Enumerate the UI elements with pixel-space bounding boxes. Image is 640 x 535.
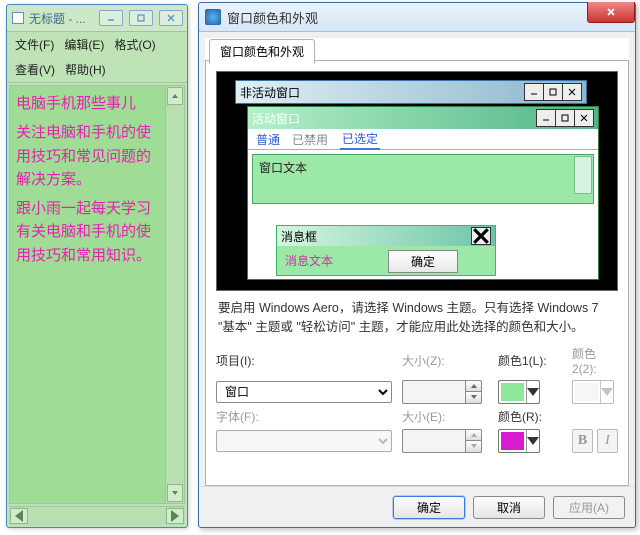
scroll-right-icon[interactable] xyxy=(166,508,184,524)
label-font: 字体(F): xyxy=(216,408,392,425)
menu-view[interactable]: 查看(V) xyxy=(15,61,55,78)
text-line: 电脑手机那些事儿 xyxy=(16,92,159,115)
maximize-icon xyxy=(555,109,575,127)
label-item: 项目(I): xyxy=(216,352,392,369)
chevron-down-icon xyxy=(526,430,539,452)
tab-strip: 窗口颜色和外观 xyxy=(205,38,629,60)
notepad-menubar: 文件(F) 编辑(E) 格式(O) 查看(V) 帮助(H) xyxy=(7,32,187,83)
close-icon xyxy=(471,227,491,245)
preview-inactive-title: 非活动窗口 xyxy=(240,84,300,101)
notepad-window: 无标题 - ... 文件(F) 编辑(E) 格式(O) 查看(V) 帮助(H) … xyxy=(6,4,188,528)
label-colorR: 颜色(R): xyxy=(498,408,562,425)
color1-button[interactable] xyxy=(498,380,540,404)
maximize-button[interactable] xyxy=(129,10,153,26)
preview-window-text: 窗口文本 xyxy=(252,154,594,204)
scroll-down-icon[interactable] xyxy=(167,484,183,502)
label-color2: 颜色2(2): xyxy=(572,345,618,376)
appearance-dialog: 窗口颜色和外观 窗口颜色和外观 非活动窗口 xyxy=(198,2,636,528)
bold-button: B xyxy=(572,429,593,453)
preview-menu: 普通 已禁用 已选定 xyxy=(248,129,598,150)
aero-note: 要启用 Windows Aero，请选择 Windows 主题。只有选择 Win… xyxy=(216,299,618,337)
vertical-scrollbar[interactable] xyxy=(165,86,184,503)
notepad-textarea[interactable]: 电脑手机那些事儿 关注电脑和手机的使用技巧和常见问题的解决方案。 跟小雨一起每天… xyxy=(10,86,165,503)
text-line: 关注电脑和手机的使用技巧和常见问题的解决方案。 xyxy=(16,121,159,191)
preview-menu-normal: 普通 xyxy=(256,131,280,148)
chevron-down-icon xyxy=(600,381,613,403)
menu-edit[interactable]: 编辑(E) xyxy=(64,36,104,53)
size2-spinner xyxy=(402,429,488,453)
preview-active-window: 活动窗口 普通 已禁用 已选定 窗口文本 xyxy=(247,106,599,280)
close-icon xyxy=(574,109,594,127)
chevron-down-icon xyxy=(526,381,539,403)
horizontal-scrollbar[interactable] xyxy=(9,506,185,525)
preview-scrollbar xyxy=(574,156,592,194)
font-style-buttons: B I xyxy=(572,429,618,453)
spin-up-icon[interactable] xyxy=(466,380,482,392)
scroll-up-icon[interactable] xyxy=(167,87,183,105)
label-size2: 大小(E): xyxy=(402,408,488,425)
preview-msgbox-title: 消息框 xyxy=(281,228,317,245)
menu-file[interactable]: 文件(F) xyxy=(15,36,54,53)
text-line: 跟小雨一起每天学习有关电脑和手机的使用技巧和常用知识。 xyxy=(16,197,159,267)
dialog-icon xyxy=(205,9,221,25)
tab-appearance[interactable]: 窗口颜色和外观 xyxy=(209,39,315,64)
size2-input xyxy=(402,429,466,453)
colorR-swatch xyxy=(501,432,524,450)
notepad-title: 无标题 - ... xyxy=(29,10,86,27)
color1-swatch xyxy=(501,383,524,401)
preview-pane: 非活动窗口 活动窗口 xyxy=(216,71,618,291)
close-icon xyxy=(562,83,582,101)
menu-help[interactable]: 帮助(H) xyxy=(65,61,106,78)
font-select xyxy=(216,430,392,452)
preview-inactive-window: 非活动窗口 xyxy=(235,80,587,104)
size1-spinner[interactable] xyxy=(402,380,488,404)
item-select[interactable]: 窗口 xyxy=(216,381,392,403)
apply-button[interactable]: 应用(A) xyxy=(553,496,625,519)
minimize-button[interactable] xyxy=(99,10,123,26)
colorR-button[interactable] xyxy=(498,429,540,453)
preview-active-title: 活动窗口 xyxy=(252,110,300,127)
color2-swatch xyxy=(575,383,598,401)
spin-up-icon xyxy=(466,429,482,441)
scroll-left-icon[interactable] xyxy=(10,508,28,524)
italic-button: I xyxy=(597,429,618,453)
label-color1: 颜色1(L): xyxy=(498,352,562,369)
spin-down-icon xyxy=(466,440,482,453)
dialog-footer: 确定 取消 应用(A) xyxy=(199,486,635,527)
spin-down-icon[interactable] xyxy=(466,391,482,404)
ok-button[interactable]: 确定 xyxy=(393,496,465,519)
cancel-button[interactable]: 取消 xyxy=(473,496,545,519)
size1-input xyxy=(402,380,466,404)
minimize-icon xyxy=(524,83,544,101)
preview-menu-disabled: 已禁用 xyxy=(292,131,328,148)
color2-button xyxy=(572,380,614,404)
label-size1: 大小(Z): xyxy=(402,352,488,369)
preview-menu-selected: 已选定 xyxy=(340,129,380,150)
close-button[interactable] xyxy=(587,2,635,23)
dialog-titlebar[interactable]: 窗口颜色和外观 xyxy=(199,3,635,32)
notepad-titlebar[interactable]: 无标题 - ... xyxy=(7,5,187,32)
close-button[interactable] xyxy=(159,10,183,26)
maximize-icon xyxy=(543,83,563,101)
preview-ok-button: 确定 xyxy=(388,250,458,273)
menu-format[interactable]: 格式(O) xyxy=(114,36,155,53)
minimize-icon xyxy=(536,109,556,127)
notepad-icon xyxy=(11,11,25,25)
dialog-title: 窗口颜色和外观 xyxy=(227,8,318,27)
